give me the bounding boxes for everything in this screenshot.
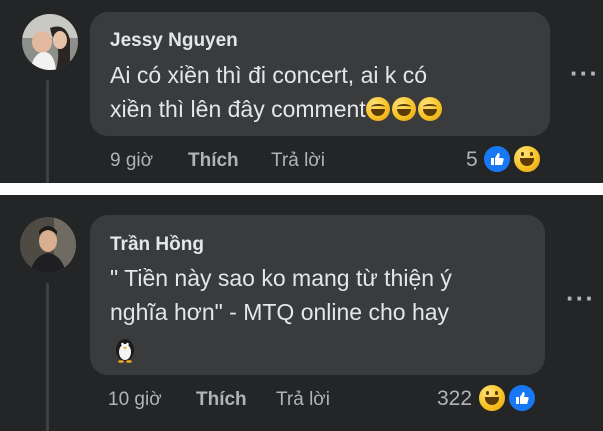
- like-reaction-icon[interactable]: [507, 383, 537, 413]
- reply-button[interactable]: Trả lời: [271, 150, 325, 172]
- laughing-crying-icon: [365, 97, 390, 121]
- avatar[interactable]: [20, 217, 76, 273]
- emoji-group: [365, 96, 444, 122]
- more-options-icon[interactable]: ···: [566, 283, 595, 314]
- avatar[interactable]: [22, 14, 78, 70]
- timestamp[interactable]: 9 giờ: [110, 150, 153, 172]
- comment-author[interactable]: Jessy Nguyen: [110, 30, 238, 52]
- like-button[interactable]: Thích: [188, 150, 239, 172]
- comment-text-line: " Tiền này sao ko mang từ thiện ý: [110, 265, 452, 291]
- like-button[interactable]: Thích: [196, 389, 247, 411]
- like-reaction-icon[interactable]: [482, 144, 512, 174]
- more-options-icon[interactable]: ···: [570, 58, 599, 89]
- comment-panel: Jessy Nguyen Ai có xiền thì đi concert, …: [0, 0, 603, 183]
- timestamp[interactable]: 10 giờ: [108, 389, 162, 411]
- haha-reaction-icon[interactable]: [512, 144, 542, 174]
- penguin-icon: [113, 335, 137, 363]
- reaction-count[interactable]: 322: [437, 387, 472, 411]
- thread-line: [46, 80, 49, 183]
- haha-reaction-icon[interactable]: [477, 383, 507, 413]
- thread-line: [46, 283, 49, 431]
- comment-text-line-2: xiền thì lên đây comment: [110, 96, 444, 123]
- laughing-crying-icon: [417, 97, 442, 121]
- laughing-crying-icon: [391, 97, 416, 121]
- comment-text: xiền thì lên đây comment: [110, 96, 366, 122]
- comment-text-line: Ai có xiền thì đi concert, ai k có: [110, 62, 428, 88]
- reply-button[interactable]: Trả lời: [276, 389, 330, 411]
- reaction-count[interactable]: 5: [466, 148, 478, 172]
- comment-author[interactable]: Trần Hồng: [110, 234, 204, 256]
- comment-panel: Trần Hồng " Tiền này sao ko mang từ thiệ…: [0, 195, 603, 431]
- comment-text-line: nghĩa hơn" - MTQ online cho hay: [110, 299, 450, 325]
